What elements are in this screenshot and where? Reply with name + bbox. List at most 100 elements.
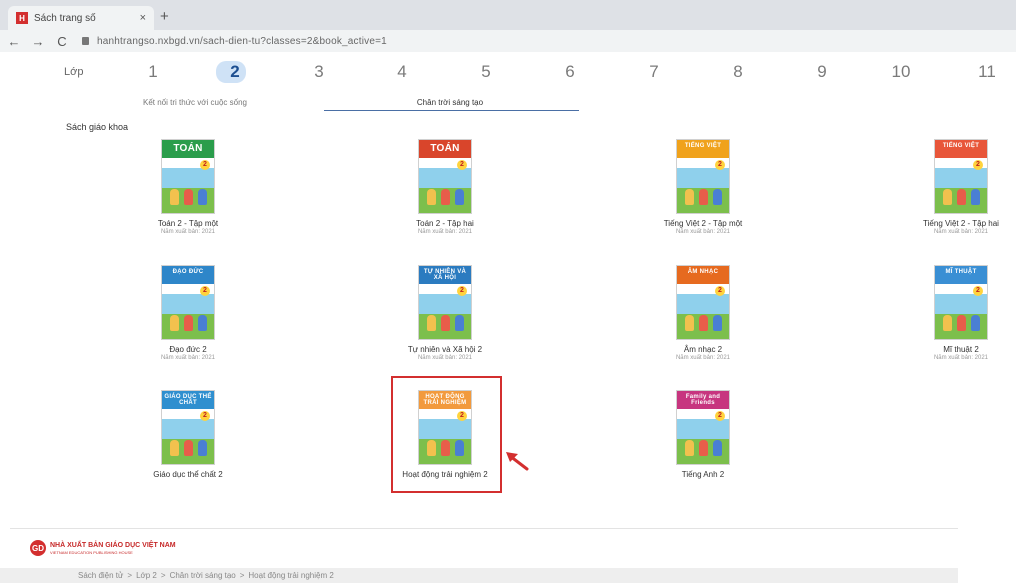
cover-title: Family and Friends	[685, 394, 721, 406]
breadcrumb-separator: >	[127, 571, 133, 580]
cover-figure	[943, 189, 952, 205]
cover-figure	[184, 315, 193, 331]
cover-figure	[184, 189, 193, 205]
cover-figure	[713, 440, 722, 456]
book-card[interactable]: TIẾNG VIỆT 2 Tiếng Việt 2 - Tập hai Năm xuấ…	[906, 139, 1016, 235]
breadcrumb-item[interactable]: Lớp 2	[136, 571, 157, 580]
cover-sky	[935, 294, 987, 316]
book-title[interactable]: Toán 2 - Tập một	[133, 219, 243, 228]
cover-figure	[170, 189, 179, 205]
reload-icon[interactable]: C	[52, 34, 72, 49]
book-cover[interactable]: ĐẠO ĐỨC 2	[161, 265, 215, 340]
forward-icon[interactable]: →	[28, 34, 48, 49]
publisher-logo[interactable]: GD NHÀ XUẤT BẢN GIÁO DỤC VIỆT NAM VIETNA…	[30, 540, 176, 556]
cover-figure	[971, 315, 980, 331]
grade-2[interactable]: 2	[216, 60, 250, 84]
cover-title: TIẾNG VIỆT	[942, 143, 980, 149]
cover-title: TOÁN	[430, 143, 460, 154]
cover-figure	[455, 189, 464, 205]
cover-figure	[441, 315, 450, 331]
book-cover[interactable]: MĨ THUẬT 2	[934, 265, 988, 340]
browser-tab[interactable]: H Sách trang số ×	[8, 6, 154, 30]
book-year: Năm xuất bản: 2021	[933, 229, 989, 235]
book-card[interactable]: TOÁN 2 Toán 2 - Tập một Năm xuất bản: 2021	[133, 139, 243, 235]
cover-figure	[427, 189, 436, 205]
book-cover[interactable]: TIẾNG VIỆT 2	[934, 139, 988, 214]
back-icon[interactable]: ←	[4, 34, 24, 49]
breadcrumb-separator: >	[239, 571, 245, 580]
book-title[interactable]: Tiếng Việt 2 - Tập hai	[906, 219, 1016, 228]
book-title[interactable]: Tiếng Việt 2 - Tập một	[648, 219, 758, 228]
tab-ket-noi-tri-thuc[interactable]: Kết nối tri thức với cuộc sống	[110, 98, 280, 107]
cover-sky	[162, 168, 214, 190]
book-year: Năm xuất bản: 2021	[417, 229, 473, 235]
book-card[interactable]: ĐẠO ĐỨC 2 Đạo đức 2 Năm xuất bản: 2021	[133, 265, 243, 361]
grade-9[interactable]: 9	[807, 60, 837, 84]
cover-title: MĨ THUẬT	[945, 269, 977, 275]
cover-sky	[419, 294, 471, 316]
tab-chan-troi-sang-tao[interactable]: Chân trời sáng tạo	[370, 98, 530, 107]
book-cover[interactable]: Family and Friends 2	[676, 390, 730, 465]
book-card[interactable]: Family and Friends 2 Tiếng Anh 2	[648, 390, 758, 479]
grade-8[interactable]: 8	[723, 60, 753, 84]
book-card[interactable]: TỰ NHIÊN VÀ XÃ HỘI 2 Tự nhiên và Xã hội 2N…	[390, 265, 500, 361]
cover-sky	[677, 168, 729, 190]
breadcrumb: Sách điện tử > Lớp 2 > Chân trời sáng tạ…	[78, 571, 334, 580]
book-cover[interactable]: TOÁN 2	[418, 139, 472, 214]
breadcrumb-item[interactable]: Sách điện tử	[78, 571, 123, 580]
cover-sky	[162, 294, 214, 316]
book-card[interactable]: GIÁO DỤC THỂ CHẤT 2 Giáo dục thể chất 2	[133, 390, 243, 479]
cover-title: ÂM NHẠC	[687, 269, 719, 275]
book-cover[interactable]: TỰ NHIÊN VÀ XÃ HỘI 2	[418, 265, 472, 340]
cover-sky	[162, 419, 214, 441]
breadcrumb-bar: Sách điện tử > Lớp 2 > Chân trời sáng tạ…	[0, 568, 958, 583]
highlight-box	[391, 376, 502, 493]
book-title[interactable]: Mĩ thuật 2	[906, 345, 1016, 354]
book-cover[interactable]: TIẾNG VIỆT 2	[676, 139, 730, 214]
grade-badge: 2	[973, 286, 983, 296]
cover-figure	[685, 315, 694, 331]
footer-divider	[10, 528, 958, 529]
grade-6[interactable]: 6	[555, 60, 585, 84]
grade-1[interactable]: 1	[138, 60, 168, 84]
book-title[interactable]: Tiếng Anh 2	[648, 470, 758, 479]
new-tab-icon[interactable]: +	[160, 8, 169, 25]
cover-figure	[455, 315, 464, 331]
grade-11[interactable]: 11	[972, 60, 1002, 84]
book-title[interactable]: Đạo đức 2	[133, 345, 243, 354]
book-title[interactable]: Âm nhạc 2	[648, 345, 758, 354]
close-tab-icon[interactable]: ×	[140, 12, 146, 24]
book-title[interactable]: Tự nhiên và Xã hội 2	[390, 345, 500, 354]
breadcrumb-separator: >	[160, 571, 166, 580]
book-cover[interactable]: GIÁO DỤC THỂ CHẤT 2	[161, 390, 215, 465]
breadcrumb-item[interactable]: Chân trời sáng tạo	[170, 571, 236, 580]
book-cover[interactable]: ÂM NHẠC 2	[676, 265, 730, 340]
cover-figure	[198, 440, 207, 456]
book-year: Năm xuất bản: 2021	[933, 355, 989, 361]
book-card[interactable]: ÂM NHẠC 2 Âm nhạc 2 Năm xuất bản: 2021	[648, 265, 758, 361]
cover-title: ĐẠO ĐỨC	[172, 269, 204, 275]
grade-3[interactable]: 3	[304, 60, 334, 84]
cover-figure	[198, 189, 207, 205]
grade-badge: 2	[715, 160, 725, 170]
book-title[interactable]: Giáo dục thể chất 2	[133, 470, 243, 479]
grade-5[interactable]: 5	[471, 60, 501, 84]
book-cover[interactable]: TOÁN 2	[161, 139, 215, 214]
book-year: Năm xuất bản: 2021	[675, 229, 731, 235]
book-card[interactable]: MĨ THUẬT 2 Mĩ thuật 2 Năm xuất bản: 2021	[906, 265, 1016, 361]
cover-figure	[713, 315, 722, 331]
book-title[interactable]: Toán 2 - Tập hai	[390, 219, 500, 228]
grade-4[interactable]: 4	[387, 60, 417, 84]
cover-figure	[198, 315, 207, 331]
url-text: hanhtrangso.nxbgd.vn/sach-dien-tu?classe…	[97, 35, 387, 47]
address-bar[interactable]: hanhtrangso.nxbgd.vn/sach-dien-tu?classe…	[82, 36, 387, 47]
grade-7[interactable]: 7	[639, 60, 669, 84]
grade-badge: 2	[200, 160, 210, 170]
book-card[interactable]: TOÁN 2 Toán 2 - Tập hai Năm xuất bản: 2021	[390, 139, 500, 235]
grade-badge: 2	[715, 411, 725, 421]
cover-figure	[685, 189, 694, 205]
cover-title: TỰ NHIÊN VÀ XÃ HỘI	[423, 269, 467, 281]
grade-10[interactable]: 10	[886, 60, 916, 84]
publisher-emblem-icon: GD	[30, 540, 46, 556]
book-card[interactable]: TIẾNG VIỆT 2 Tiếng Việt 2 - Tập một Năm xuấ…	[648, 139, 758, 235]
